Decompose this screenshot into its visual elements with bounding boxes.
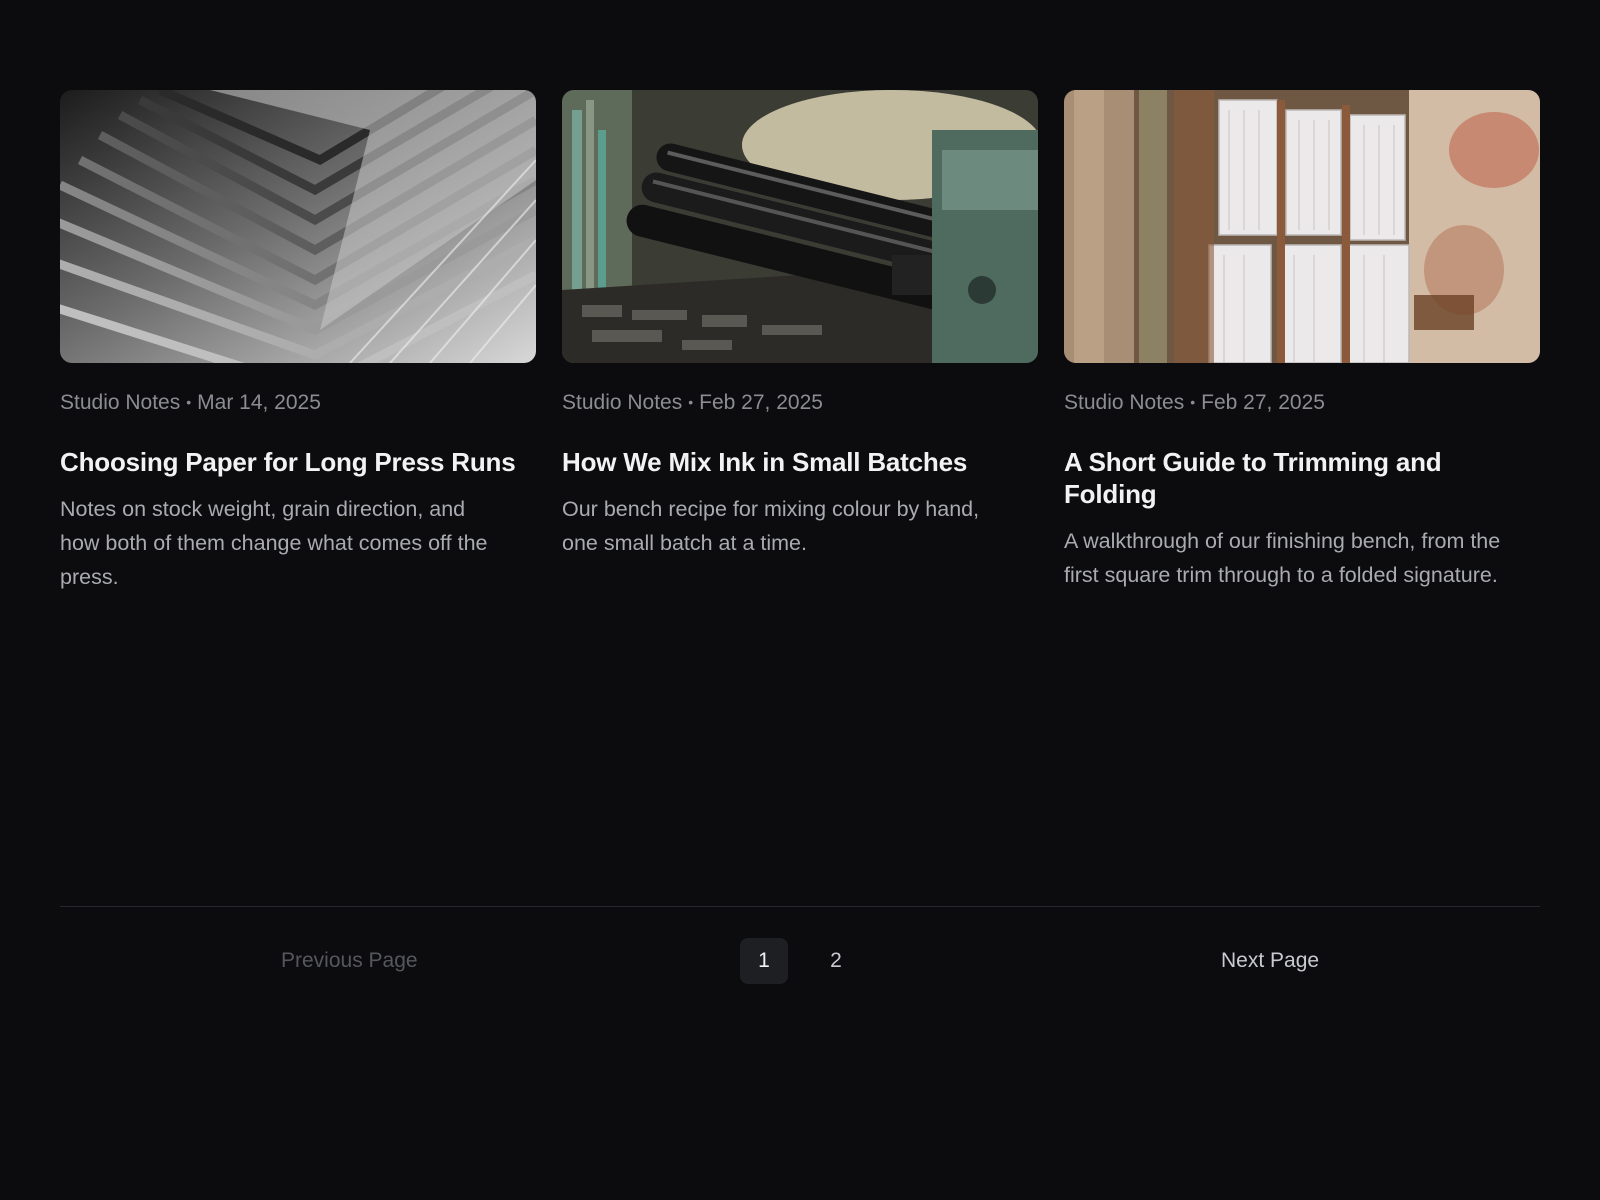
post-meta: Studio Notes • Feb 27, 2025 <box>562 388 1038 417</box>
page-numbers: 1 2 <box>740 938 860 984</box>
paper-stack-image <box>60 90 536 363</box>
previous-page-link[interactable]: Previous Page <box>281 949 418 973</box>
meta-separator: • <box>1190 394 1196 410</box>
post-meta: Studio Notes • Mar 14, 2025 <box>60 388 536 417</box>
page-number[interactable]: 2 <box>812 938 860 984</box>
post-category[interactable]: Studio Notes <box>562 391 682 414</box>
next-page-link[interactable]: Next Page <box>1221 949 1319 973</box>
blog-page: Studio Notes • Mar 14, 2025 Choosing Paper… <box>0 0 1600 1200</box>
bookbinding-image <box>1064 90 1540 363</box>
post-date: Feb 27, 2025 <box>1201 391 1325 414</box>
post-meta: Studio Notes • Feb 27, 2025 <box>1064 388 1540 417</box>
post-card[interactable]: Studio Notes • Feb 27, 2025 How We Mix Ink… <box>562 90 1038 594</box>
post-title[interactable]: How We Mix Ink in Small Batches <box>562 446 1038 478</box>
post-excerpt: Notes on stock weight, grain direction, … <box>60 497 488 589</box>
letterpress-image <box>562 90 1038 363</box>
post-excerpt: A walkthrough of our finishing bench, fr… <box>1064 529 1501 587</box>
pagination: Previous Page 1 2 Next Page <box>60 938 1540 984</box>
post-thumbnail-press[interactable] <box>562 90 1038 363</box>
meta-separator: • <box>688 394 694 410</box>
post-category[interactable]: Studio Notes <box>1064 391 1184 414</box>
post-title[interactable]: A Short Guide to Trimming and Folding <box>1064 446 1540 510</box>
post-thumbnail-paper[interactable] <box>60 90 536 363</box>
post-thumbnail-binding[interactable] <box>1064 90 1540 363</box>
meta-separator: • <box>186 394 192 410</box>
post-date: Mar 14, 2025 <box>197 391 321 414</box>
post-date: Feb 27, 2025 <box>699 391 823 414</box>
post-title[interactable]: Choosing Paper for Long Press Runs <box>60 446 536 478</box>
post-grid: Studio Notes • Mar 14, 2025 Choosing Paper… <box>60 90 1540 594</box>
post-category[interactable]: Studio Notes <box>60 391 180 414</box>
pagination-divider <box>60 906 1540 907</box>
post-card[interactable]: Studio Notes • Feb 27, 2025 A Short Guide … <box>1064 90 1540 594</box>
post-card[interactable]: Studio Notes • Mar 14, 2025 Choosing Paper… <box>60 90 536 594</box>
page-number-current[interactable]: 1 <box>740 938 788 984</box>
post-excerpt: Our bench recipe for mixing colour by ha… <box>562 497 980 555</box>
